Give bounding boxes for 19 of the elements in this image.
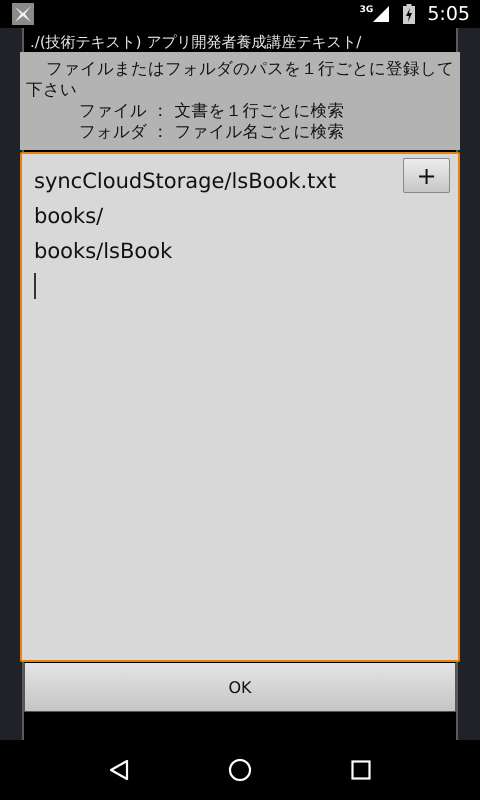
note-text: フォルダ ： ファイル名ごとに検索 bbox=[78, 121, 346, 142]
ok-button[interactable]: OK bbox=[24, 663, 456, 712]
app-icon bbox=[12, 3, 34, 25]
path-line: books/lsBook bbox=[34, 238, 172, 265]
home-icon[interactable] bbox=[228, 758, 252, 782]
back-icon[interactable] bbox=[109, 759, 130, 781]
add-button[interactable]: + bbox=[403, 158, 450, 193]
battery-charging-icon bbox=[403, 4, 416, 24]
note-text: ファイル ： 文書を１行ごとに検索 bbox=[78, 100, 346, 121]
network-type: 3G bbox=[360, 5, 374, 15]
text-cursor bbox=[34, 273, 36, 299]
clock: 5:05 bbox=[427, 3, 470, 25]
signal-icon bbox=[373, 6, 390, 22]
path-line: books/ bbox=[34, 203, 104, 230]
instruction-text: ファイルまたはフォルダのパスを１行ごとに登録して下さい bbox=[26, 58, 454, 100]
recents-icon[interactable] bbox=[350, 760, 371, 780]
path-line: syncCloudStorage/lsBook.txt bbox=[34, 168, 336, 195]
list-item[interactable]: ./(技術テキスト) アプリ開発者養成講座テキスト/ bbox=[30, 34, 362, 51]
path-editor[interactable]: syncCloudStorage/lsBook.txt books/ books/lsBook + bbox=[20, 152, 460, 662]
